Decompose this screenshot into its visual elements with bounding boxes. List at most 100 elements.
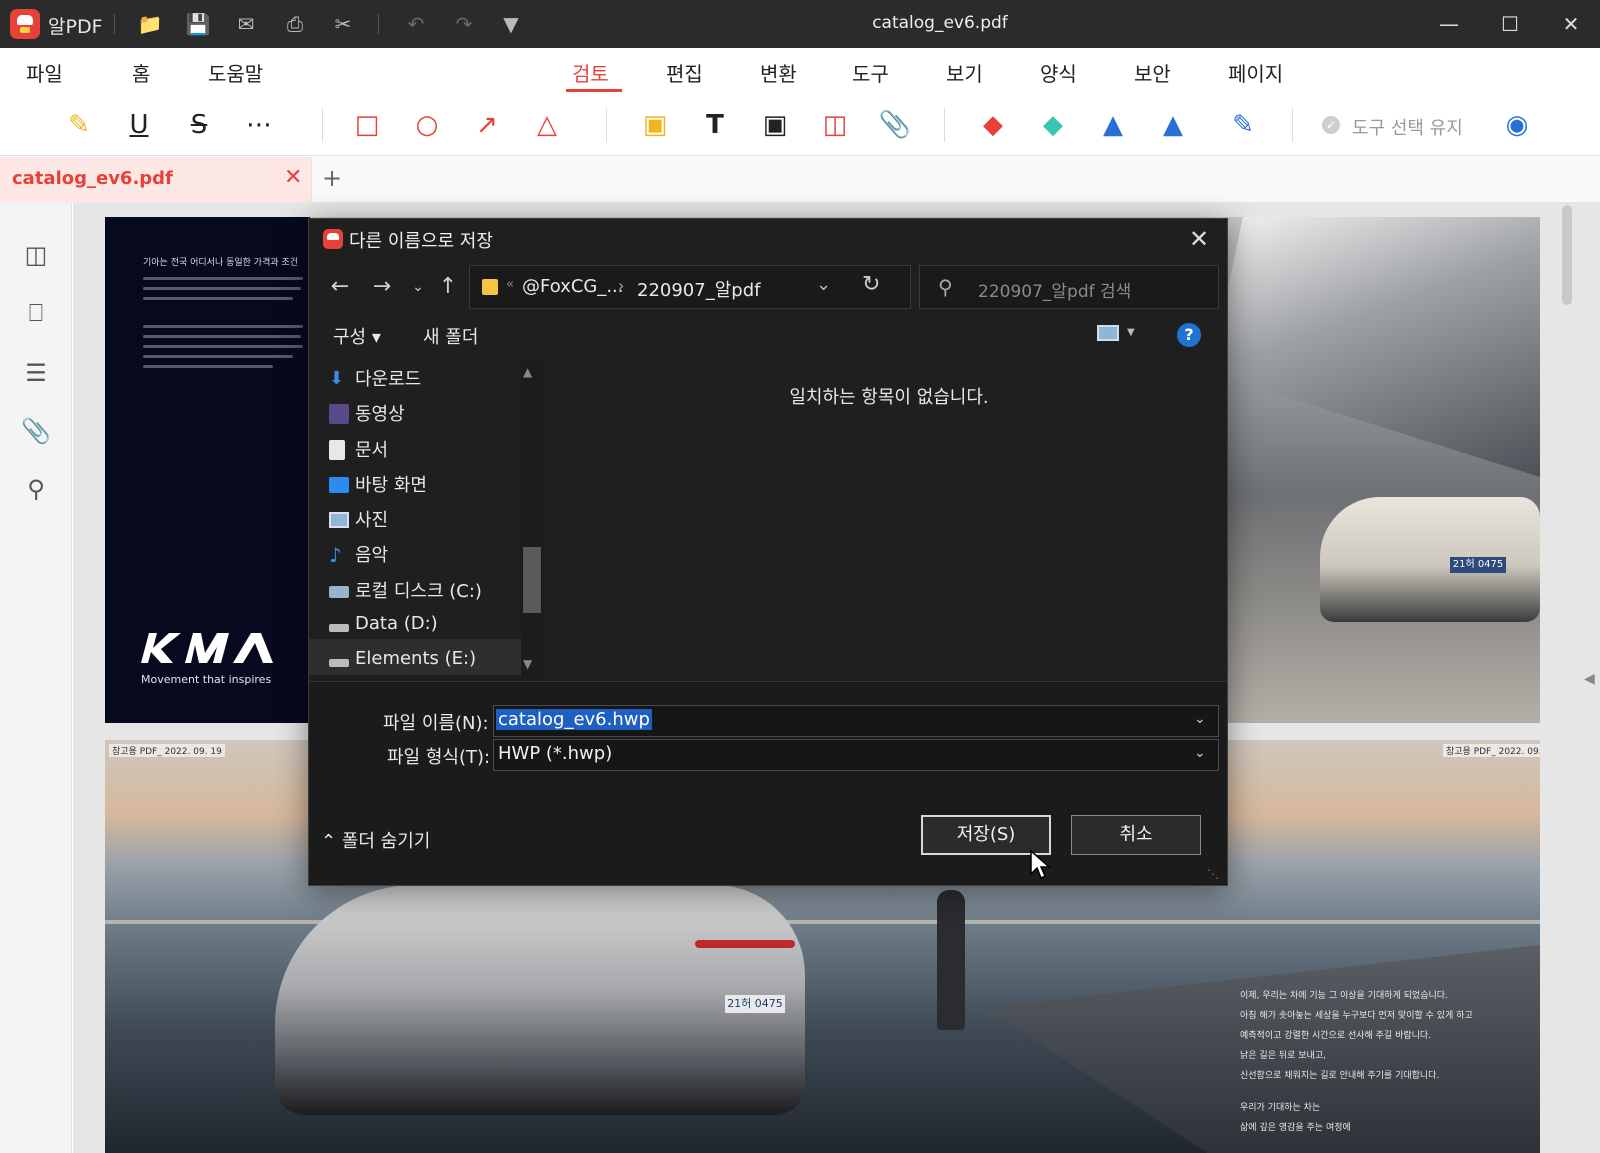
undo-icon[interactable]: ↶ xyxy=(402,10,430,38)
save-icon[interactable]: 💾 xyxy=(184,10,212,38)
breadcrumb-chevron-icon[interactable]: › xyxy=(618,276,624,295)
attach-icon[interactable]: 📎 xyxy=(876,106,914,144)
nav-item-music[interactable]: ♪ 음악 xyxy=(329,541,388,571)
close-icon[interactable]: ✕ xyxy=(1542,0,1600,48)
nav-item-elements-e[interactable]: Elements (E:) xyxy=(329,648,477,678)
attachment-icon[interactable]: 📎 xyxy=(18,413,54,449)
vertical-scrollbar[interactable] xyxy=(1562,205,1572,305)
file-name-field[interactable]: catalog_ev6.hwp ⌄ xyxy=(493,705,1219,737)
search-input[interactable]: ⚲ 220907_알pdf 검색 xyxy=(919,265,1219,309)
arrow-icon[interactable]: ↗ xyxy=(468,106,506,144)
recent-locations-icon[interactable]: ⌄ xyxy=(401,271,435,303)
help-button[interactable]: ? xyxy=(1177,323,1201,347)
nav-item-desktop[interactable]: 바탕 화면 xyxy=(329,471,427,501)
minimize-icon[interactable]: — xyxy=(1420,0,1478,48)
nav-item-label: 동영상 xyxy=(355,404,405,425)
hide-folders-button[interactable]: ⌃ 폴더 숨기기 xyxy=(321,827,430,853)
comment-icon[interactable]: ☰ xyxy=(18,355,54,391)
menu-review[interactable]: 검토 xyxy=(572,58,609,87)
expand-right-panel-icon[interactable]: ◀ xyxy=(1584,671,1595,687)
file-name-value[interactable]: catalog_ev6.hwp xyxy=(496,709,652,730)
keep-tool-selection-label[interactable]: 도구 선택 유지 xyxy=(1352,114,1463,140)
close-icon[interactable]: ✕ xyxy=(1179,221,1219,257)
menu-tools[interactable]: 도구 xyxy=(852,58,889,87)
underline-icon[interactable]: U xyxy=(120,106,158,144)
chevron-down-icon[interactable]: ▼ xyxy=(1127,327,1135,338)
nav-item-label: 로컬 디스크 (C:) xyxy=(355,581,482,602)
highlight-icon[interactable]: ✎ xyxy=(60,106,98,144)
view-options-icon[interactable] xyxy=(1097,325,1119,341)
address-bar[interactable]: « @FoxCG_... › 220907_알pdf ⌄ ↻ xyxy=(469,265,911,309)
keep-tool-check-icon[interactable]: ✓ xyxy=(1322,116,1340,134)
breadcrumb-overflow-icon[interactable]: « xyxy=(506,277,514,292)
menu-form[interactable]: 양식 xyxy=(1040,58,1077,87)
eye-icon[interactable]: ◉ xyxy=(1498,106,1536,144)
forward-icon[interactable]: → xyxy=(365,271,399,303)
redo-icon[interactable]: ↷ xyxy=(450,10,478,38)
cancel-button[interactable]: 취소 xyxy=(1071,815,1201,855)
music-icon: ♪ xyxy=(329,543,342,567)
divider xyxy=(322,108,323,142)
scroll-down-icon[interactable]: ▼ xyxy=(523,657,532,671)
organize-button[interactable]: 구성 ▾ xyxy=(333,323,381,349)
text-icon[interactable]: T xyxy=(696,106,734,144)
document-tab[interactable]: catalog_ev6.pdf ✕ xyxy=(0,157,312,203)
back-icon[interactable]: ← xyxy=(323,271,357,303)
print-icon[interactable]: ⎙ xyxy=(281,10,309,38)
search-placeholder: 220907_알pdf 검색 xyxy=(978,282,1132,302)
bookmark-icon[interactable]: ⎕ xyxy=(18,295,54,331)
nav-item-local-disk-c[interactable]: 로컬 디스크 (C:) xyxy=(329,577,482,607)
scroll-up-icon[interactable]: ▲ xyxy=(523,365,532,379)
menu-edit[interactable]: 편집 xyxy=(666,58,703,87)
file-type-select[interactable]: HWP (*.hwp) ⌄ xyxy=(493,739,1219,771)
nav-scrollbar-thumb[interactable] xyxy=(523,547,541,613)
menu-home[interactable]: 홈 xyxy=(132,58,150,87)
thumbnail-icon[interactable]: ◫ xyxy=(18,237,54,273)
add-tab-button[interactable]: + xyxy=(322,164,342,192)
save-button[interactable]: 저장(S) xyxy=(921,815,1051,855)
nav-scrollbar[interactable] xyxy=(521,359,543,679)
resize-grip-icon[interactable]: ⋱ xyxy=(1207,867,1219,881)
stamp-icon[interactable]: ▲ xyxy=(1094,106,1132,144)
maximize-icon[interactable]: ☐ xyxy=(1481,0,1539,48)
sticky-note-icon[interactable]: ▣ xyxy=(636,106,674,144)
nav-item-documents[interactable]: 문서 xyxy=(329,436,388,466)
eraser-teal-icon[interactable]: ◆ xyxy=(1034,106,1072,144)
chevron-down-icon[interactable]: ⌄ xyxy=(1194,711,1206,727)
chevron-down-icon[interactable]: ⌄ xyxy=(1194,745,1206,761)
menu-security[interactable]: 보안 xyxy=(1134,58,1171,87)
breadcrumb-segment[interactable]: 220907_알pdf xyxy=(637,276,760,302)
rectangle-icon[interactable]: □ xyxy=(348,106,386,144)
stamp-dropdown-icon[interactable]: ▲ xyxy=(1154,106,1192,144)
search-icon[interactable]: ⚲ xyxy=(18,471,54,507)
refresh-icon[interactable]: ↻ xyxy=(862,272,880,297)
nav-item-label: Elements (E:) xyxy=(355,648,477,669)
callout-icon[interactable]: ◫ xyxy=(816,106,854,144)
scissors-icon[interactable]: ✂ xyxy=(329,10,357,38)
menu-view[interactable]: 보기 xyxy=(946,58,983,87)
eraser-red-icon[interactable]: ◆ xyxy=(974,106,1012,144)
up-folder-icon[interactable]: ↑ xyxy=(431,271,465,303)
customize-dropdown-icon[interactable]: ▼ xyxy=(497,10,525,38)
new-folder-button[interactable]: 새 폴더 xyxy=(423,323,478,349)
nav-item-videos[interactable]: 동영상 xyxy=(329,400,405,430)
breadcrumb-segment[interactable]: @FoxCG_... xyxy=(522,276,624,297)
menu-help[interactable]: 도움말 xyxy=(208,58,263,87)
strikethrough-icon[interactable]: S xyxy=(180,106,218,144)
mail-icon[interactable]: ✉ xyxy=(232,10,260,38)
empty-folder-message: 일치하는 항목이 없습니다. xyxy=(789,387,989,408)
open-folder-icon[interactable]: 📁 xyxy=(136,10,164,38)
menu-page[interactable]: 페이지 xyxy=(1228,58,1283,87)
nav-item-data-d[interactable]: Data (D:) xyxy=(329,613,438,643)
nav-item-pictures[interactable]: 사진 xyxy=(329,506,388,536)
text-box-icon[interactable]: ▣ xyxy=(756,106,794,144)
menu-convert[interactable]: 변환 xyxy=(760,58,797,87)
more-markup-icon[interactable]: ⋯ xyxy=(240,106,278,144)
nav-item-downloads[interactable]: ⬇ 다운로드 xyxy=(329,365,421,395)
shape-dropdown-icon[interactable]: △ xyxy=(528,106,566,144)
menu-file[interactable]: 파일 xyxy=(26,58,63,87)
chevron-down-icon[interactable]: ⌄ xyxy=(816,274,831,295)
ellipse-icon[interactable]: ○ xyxy=(408,106,446,144)
signature-icon[interactable]: ✎ xyxy=(1224,106,1262,144)
close-tab-icon[interactable]: ✕ xyxy=(284,165,302,190)
